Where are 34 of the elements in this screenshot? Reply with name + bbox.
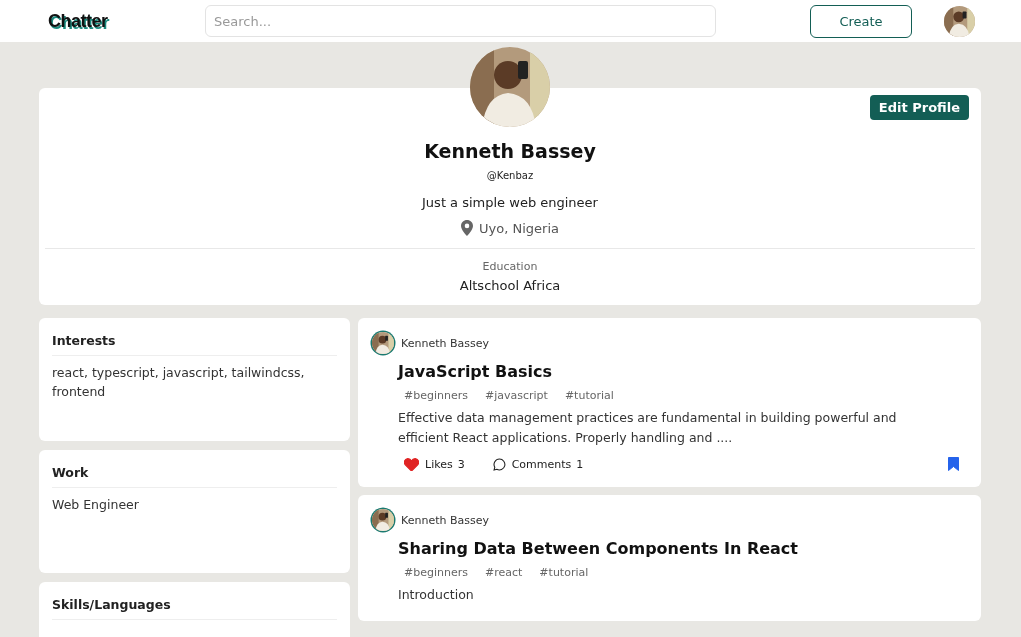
profile-name: Kenneth Bassey — [424, 140, 596, 162]
author-name[interactable]: Kenneth Bassey — [401, 513, 489, 527]
location-text: Uyo, Nigeria — [479, 220, 559, 236]
info-card-text: react, typescript, javascript, tailwindcss, frontend — [52, 364, 306, 401]
post-tag[interactable]: #javascript — [485, 389, 548, 402]
profile-handle: @Kenbaz — [486, 170, 534, 181]
post-excerpt: Effective data management practices are fundamental in building powerful and efficient React applications. Properly handling and .... — [398, 409, 898, 447]
search-field[interactable]: Search... — [205, 5, 716, 37]
post-tag[interactable]: #beginners — [404, 566, 468, 579]
post-tag[interactable]: #tutorial — [564, 389, 614, 402]
author-name[interactable]: Kenneth Bassey — [401, 336, 489, 350]
post-excerpt: Introduction — [398, 586, 475, 604]
post-tag[interactable]: #beginners — [404, 389, 468, 402]
education-label: Education — [482, 260, 538, 273]
author-avatar — [372, 509, 394, 531]
speech-bubble-icon — [492, 457, 506, 471]
post-title[interactable]: JavaScript Basics — [398, 362, 967, 381]
post-title[interactable]: Sharing Data Between Components In React — [398, 539, 967, 558]
info-card-text: Web Engineer — [52, 496, 140, 514]
likes-button[interactable]: Likes 3 — [404, 457, 465, 471]
edit-profile-button[interactable]: Edit Profile — [869, 95, 969, 120]
create-button[interactable]: Create — [810, 4, 912, 38]
education-value: Altschool Africa — [459, 278, 561, 293]
author-avatar — [372, 332, 394, 354]
info-card-title: Interests — [52, 333, 337, 356]
post-tag[interactable]: #tutorial — [539, 566, 589, 579]
profile-bio: Just a simple web engineer — [422, 195, 598, 210]
logo[interactable]: Chatter — [48, 10, 205, 32]
info-card-title: Work — [52, 465, 337, 488]
info-card-title: Skills/Languages — [52, 597, 337, 620]
post-tag[interactable]: #react — [485, 566, 523, 579]
location-pin-icon — [461, 220, 474, 236]
bookmark-icon[interactable] — [948, 457, 959, 471]
comments-button[interactable]: Comments 1 — [492, 457, 584, 471]
